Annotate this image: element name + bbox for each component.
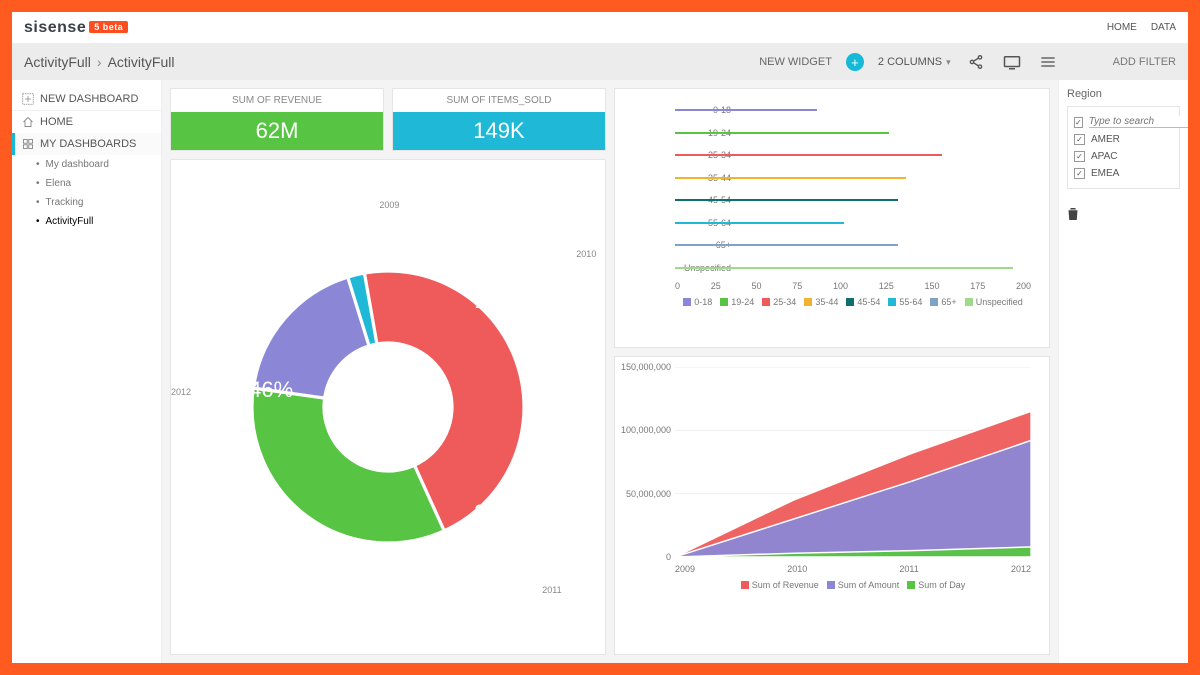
- main-area: SUM OF REVENUE 62M SUM OF ITEMS_SOLD 149…: [162, 80, 1058, 663]
- topbar: sisense5 beta HOME DATA: [12, 12, 1188, 44]
- new-dashboard-label: NEW DASHBOARD: [40, 93, 138, 105]
- bar-segment: [675, 199, 898, 201]
- new-widget-button[interactable]: +: [846, 53, 864, 71]
- bar-segment: [675, 222, 844, 224]
- columns-selector[interactable]: 2 COLUMNS ▾: [878, 56, 951, 68]
- kpi-revenue[interactable]: SUM OF REVENUE 62M: [170, 88, 384, 151]
- filter-box: ✓ ✓ AMER ✓ APAC ✓ EMEA: [1067, 106, 1180, 189]
- filter-select-all-checkbox[interactable]: ✓: [1074, 117, 1083, 128]
- filter-option-amer[interactable]: ✓ AMER: [1074, 131, 1173, 148]
- menu-icon[interactable]: [1037, 51, 1059, 73]
- app-window: sisense5 beta HOME DATA ActivityFull › A…: [12, 12, 1188, 663]
- donut-label-2011: 2011: [542, 585, 561, 595]
- kpi-revenue-value: 62M: [171, 112, 383, 150]
- area-chart: [675, 367, 1031, 557]
- columns-label: 2 COLUMNS: [878, 56, 942, 68]
- bar-chart: 0-1819-2425-3435-4445-5455-6465+Unspecif…: [675, 99, 1031, 279]
- checkbox-icon: ✓: [1074, 168, 1085, 179]
- filter-search-input[interactable]: [1089, 116, 1188, 128]
- bar-segment: [675, 109, 817, 111]
- subbar: ActivityFull › ActivityFull NEW WIDGET +…: [12, 44, 1188, 80]
- sidebar-my-dashboards[interactable]: MY DASHBOARDS: [12, 133, 161, 155]
- sidebar-home-label: HOME: [40, 116, 73, 128]
- area-x-axis: 2009201020112012: [675, 564, 1031, 574]
- kpi-row: SUM OF REVENUE 62M SUM OF ITEMS_SOLD 149…: [170, 88, 606, 151]
- logo-badge: 5 beta: [89, 21, 128, 33]
- bar-x-axis: 0255075100125150175200: [675, 281, 1031, 291]
- filter-panel: Region ✓ ✓ AMER ✓ APAC ✓ EMEA: [1058, 80, 1188, 663]
- bar-segment: [675, 267, 1013, 269]
- present-icon[interactable]: [1001, 51, 1023, 73]
- bar-segment: [675, 132, 889, 134]
- donut-pct-2012: 46%: [249, 377, 293, 403]
- donut-label-2010: 2010: [576, 249, 596, 259]
- kpi-revenue-title: SUM OF REVENUE: [171, 89, 383, 112]
- top-nav: HOME DATA: [1107, 22, 1176, 33]
- checkbox-icon: ✓: [1074, 134, 1085, 145]
- logo-text: sisense: [24, 19, 86, 36]
- donut-label-2009: 2009: [379, 200, 399, 210]
- sidebar-item-my-dashboard[interactable]: My dashboard: [12, 155, 161, 174]
- kpi-items-sold[interactable]: SUM OF ITEMS_SOLD 149K: [392, 88, 606, 151]
- bar-segment: [675, 154, 942, 156]
- filter-option-emea[interactable]: ✓ EMEA: [1074, 165, 1173, 182]
- bar-segment: [675, 244, 898, 246]
- bar-chart-widget[interactable]: 0-1819-2425-3435-4445-5455-6465+Unspecif…: [614, 88, 1050, 348]
- filter-title: Region: [1067, 88, 1180, 100]
- kpi-items-title: SUM OF ITEMS_SOLD: [393, 89, 605, 112]
- donut-chart-widget[interactable]: 46% 34% 18% 2009 2010 2011 2012: [170, 159, 606, 655]
- sidebar-item-elena[interactable]: Elena: [12, 174, 161, 193]
- bar-legend: 0-1819-2425-3435-4445-5455-6465+Unspecif…: [675, 297, 1031, 307]
- new-widget-label[interactable]: NEW WIDGET: [759, 56, 832, 68]
- bar-segment: [675, 177, 906, 179]
- trash-icon[interactable]: [1067, 207, 1180, 224]
- kpi-items-value: 149K: [393, 112, 605, 150]
- area-legend: Sum of RevenueSum of AmountSum of Day: [675, 580, 1031, 590]
- nav-home[interactable]: HOME: [1107, 22, 1137, 33]
- logo: sisense5 beta: [24, 19, 128, 37]
- new-dashboard-button[interactable]: NEW DASHBOARD: [12, 88, 161, 111]
- sidebar-home[interactable]: HOME: [12, 111, 161, 133]
- sidebar-item-activityfull[interactable]: ActivityFull: [12, 212, 161, 231]
- breadcrumb-root[interactable]: ActivityFull: [24, 54, 91, 70]
- nav-data[interactable]: DATA: [1151, 22, 1176, 33]
- add-filter-button[interactable]: ADD FILTER: [1113, 56, 1176, 68]
- donut-pct-2011: 34%: [474, 500, 518, 526]
- sidebar-my-dashboards-label: MY DASHBOARDS: [40, 138, 136, 150]
- breadcrumb-sep: ›: [97, 54, 102, 70]
- breadcrumb-current: ActivityFull: [108, 54, 175, 70]
- area-chart-widget[interactable]: 050,000,000100,000,000150,000,000 200920…: [614, 356, 1050, 655]
- filter-option-apac[interactable]: ✓ APAC: [1074, 148, 1173, 165]
- chevron-down-icon: ▾: [946, 57, 951, 68]
- share-icon[interactable]: [965, 51, 987, 73]
- checkbox-icon: ✓: [1074, 151, 1085, 162]
- donut-pct-2010: 18%: [474, 288, 518, 314]
- sidebar: NEW DASHBOARD HOME MY DASHBOARDS My dash…: [12, 80, 162, 663]
- sidebar-item-tracking[interactable]: Tracking: [12, 193, 161, 212]
- donut-label-2012: 2012: [171, 387, 191, 397]
